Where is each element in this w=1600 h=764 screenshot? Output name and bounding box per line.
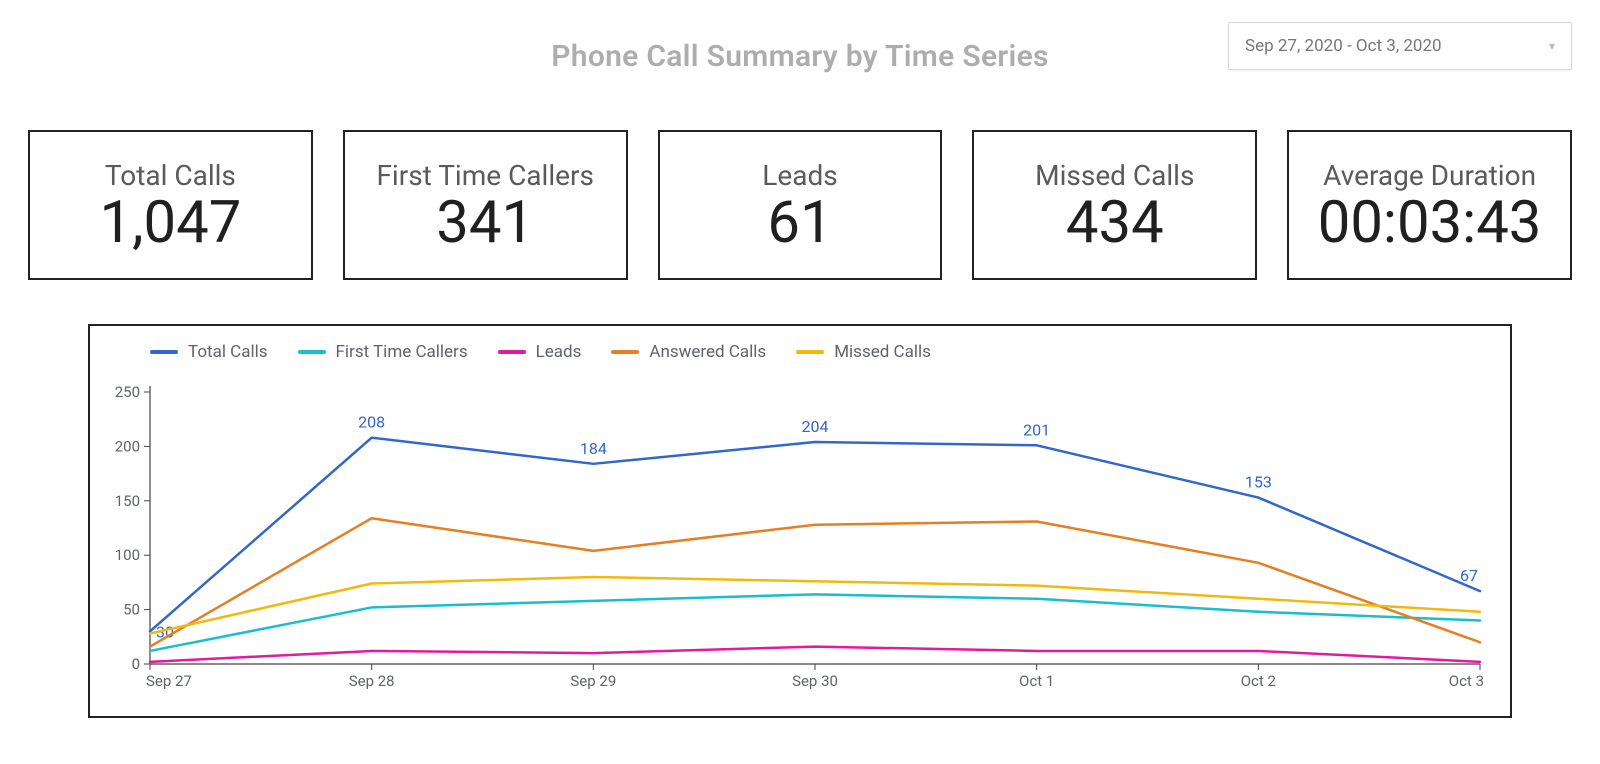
kpi-row: Total Calls 1,047 First Time Callers 341…	[0, 92, 1600, 280]
svg-text:Oct 3: Oct 3	[1449, 672, 1484, 690]
kpi-value: 341	[436, 194, 534, 252]
svg-text:Sep 30: Sep 30	[792, 672, 838, 690]
kpi-value: 00:03:43	[1318, 194, 1542, 252]
svg-text:50: 50	[123, 601, 140, 619]
chart-legend: Total Calls First Time Callers Leads Answer…	[90, 326, 1510, 362]
svg-text:150: 150	[115, 492, 140, 510]
svg-text:Sep 28: Sep 28	[349, 672, 395, 690]
legend-swatch	[796, 350, 824, 354]
date-range-value: Sep 27, 2020 - Oct 3, 2020	[1245, 36, 1442, 56]
legend-item[interactable]: Answered Calls	[611, 342, 766, 362]
legend-swatch	[298, 350, 326, 354]
legend-swatch	[150, 350, 178, 354]
kpi-missed-calls: Missed Calls 434	[972, 130, 1257, 280]
legend-swatch	[498, 350, 526, 354]
svg-text:204: 204	[802, 417, 829, 436]
kpi-value: 61	[767, 194, 832, 252]
legend-label: Leads	[536, 342, 582, 362]
svg-text:153: 153	[1245, 473, 1272, 492]
kpi-label: First Time Callers	[376, 159, 594, 192]
svg-text:100: 100	[115, 546, 140, 564]
svg-text:200: 200	[115, 437, 140, 455]
kpi-average-duration: Average Duration 00:03:43	[1287, 130, 1572, 280]
legend-item[interactable]: Total Calls	[150, 342, 268, 362]
kpi-first-time-callers: First Time Callers 341	[343, 130, 628, 280]
date-range-picker[interactable]: Sep 27, 2020 - Oct 3, 2020 ▾	[1228, 22, 1572, 70]
svg-text:201: 201	[1023, 420, 1050, 439]
chart-canvas: 0 50 100 150 200 250 Sep 27 Sep 28 Sep 29 Sep 30 O…	[90, 362, 1510, 700]
svg-text:Oct 1: Oct 1	[1019, 672, 1054, 690]
page-title: Phone Call Summary by Time Series	[551, 39, 1049, 74]
svg-text:250: 250	[115, 383, 140, 401]
legend-label: Total Calls	[188, 342, 268, 362]
svg-text:67: 67	[1460, 566, 1478, 585]
svg-text:Sep 29: Sep 29	[570, 672, 616, 690]
legend-item[interactable]: First Time Callers	[298, 342, 468, 362]
kpi-label: Missed Calls	[1035, 159, 1194, 192]
svg-text:208: 208	[358, 413, 385, 432]
svg-text:Oct 2: Oct 2	[1241, 672, 1276, 690]
legend-item[interactable]: Missed Calls	[796, 342, 931, 362]
kpi-total-calls: Total Calls 1,047	[28, 130, 313, 280]
legend-label: Answered Calls	[649, 342, 766, 362]
svg-text:184: 184	[580, 439, 607, 458]
kpi-leads: Leads 61	[658, 130, 943, 280]
kpi-value: 1,047	[99, 194, 241, 252]
line-chart: Total Calls First Time Callers Leads Answer…	[88, 324, 1512, 718]
kpi-value: 434	[1066, 194, 1164, 252]
kpi-label: Total Calls	[105, 159, 236, 192]
svg-text:0: 0	[132, 655, 140, 673]
legend-label: First Time Callers	[336, 342, 468, 362]
chevron-down-icon: ▾	[1549, 39, 1555, 53]
kpi-label: Average Duration	[1323, 159, 1536, 192]
legend-item[interactable]: Leads	[498, 342, 582, 362]
legend-swatch	[611, 350, 639, 354]
kpi-label: Leads	[762, 159, 837, 192]
svg-text:Sep 27: Sep 27	[146, 672, 192, 690]
legend-label: Missed Calls	[834, 342, 931, 362]
header: Phone Call Summary by Time Series Sep 27…	[0, 0, 1600, 92]
